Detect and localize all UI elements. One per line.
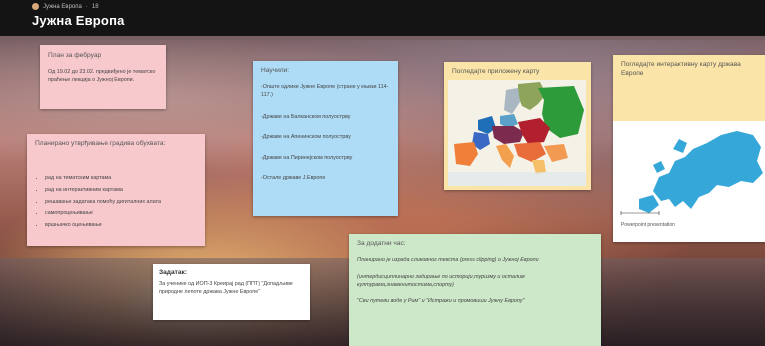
learned-item: -Опште одлике Јужне Европе (стране у књи… <box>261 83 389 98</box>
board-count: 18 <box>91 3 99 10</box>
list-item: рад на тематским картама <box>45 175 197 183</box>
learned-card-title: Научили: <box>261 67 290 74</box>
avatar[interactable] <box>32 3 39 10</box>
europe-political-map[interactable] <box>448 80 586 186</box>
europe-blue-map-image <box>613 121 765 221</box>
board-header: Јужна Европа · 18 Јужна Европа <box>0 0 765 36</box>
extra-lesson-title: За додатни час: <box>357 240 406 247</box>
plan-card-body: Од 19.02 до 23.02. предвиђено је тематск… <box>48 68 156 83</box>
board-title: Јужна Европа <box>32 13 125 28</box>
extra-lesson-line: Планирано је израда сликовног текста (pr… <box>357 256 539 263</box>
interactive-europe-map[interactable]: Powerpoint presentation <box>613 121 765 242</box>
learned-item: -Остале државе Ј.Европе <box>261 175 326 182</box>
learned-item: -Државе на Пиринејском полуострву <box>261 155 353 162</box>
board-meta: Јужна Европа · 18 <box>32 3 99 10</box>
map-card[interactable]: Погледајте приложену карту <box>444 62 591 190</box>
assignment-card[interactable]: Задатак: За ученике од ИОП-3 Креирај рад… <box>153 264 310 320</box>
learned-card[interactable]: Научили: -Опште одлике Јужне Европе (стр… <box>253 61 398 216</box>
list-item: самопроцењивање <box>45 210 197 218</box>
learned-item: -Државе на Апенинском полуострву <box>261 134 351 141</box>
extra-lesson-line: "Сви путеви воде у Рим" и "Истражи и про… <box>357 298 525 305</box>
reinforcement-card[interactable]: Планирано утврђивање градива обухвата: р… <box>27 134 205 246</box>
list-item: рад на интерактивним картама <box>45 187 197 195</box>
interactive-map-card[interactable]: Погледајте интерактивну карту држава Евр… <box>613 55 765 242</box>
list-item: решавање задатака помоћу дигиталних алат… <box>45 199 197 207</box>
board-author: Јужна Европа <box>43 3 82 10</box>
interactive-map-title: Погледајте интерактивну карту држава Евр… <box>621 61 741 77</box>
extra-lesson-card[interactable]: За додатни час: Планирано је израда слик… <box>349 234 601 346</box>
plan-card-title: План за фебруар <box>48 52 102 59</box>
assignment-title: Задатак: <box>159 269 188 276</box>
list-item: вршњачко оцењивање <box>45 222 197 230</box>
reinforcement-list: рад на тематским картама рад на интеракт… <box>35 175 197 230</box>
reinforcement-card-title: Планирано утврђивање градива обухвата: <box>35 140 166 147</box>
learned-item: -Државе на Балканском полуострву <box>261 113 351 120</box>
assignment-body: За ученике од ИОП-3 Креирај рад (ППТ) "Д… <box>159 280 293 295</box>
map-caption: Powerpoint presentation <box>621 222 675 228</box>
plan-card[interactable]: План за фебруар Од 19.02 до 23.02. предв… <box>40 45 166 109</box>
meta-separator: · <box>85 3 88 10</box>
extra-lesson-line: (интердисциплинарно задирање по историји… <box>357 273 525 288</box>
europe-map-image <box>448 80 586 186</box>
map-card-title: Погледајте приложену карту <box>452 68 540 75</box>
